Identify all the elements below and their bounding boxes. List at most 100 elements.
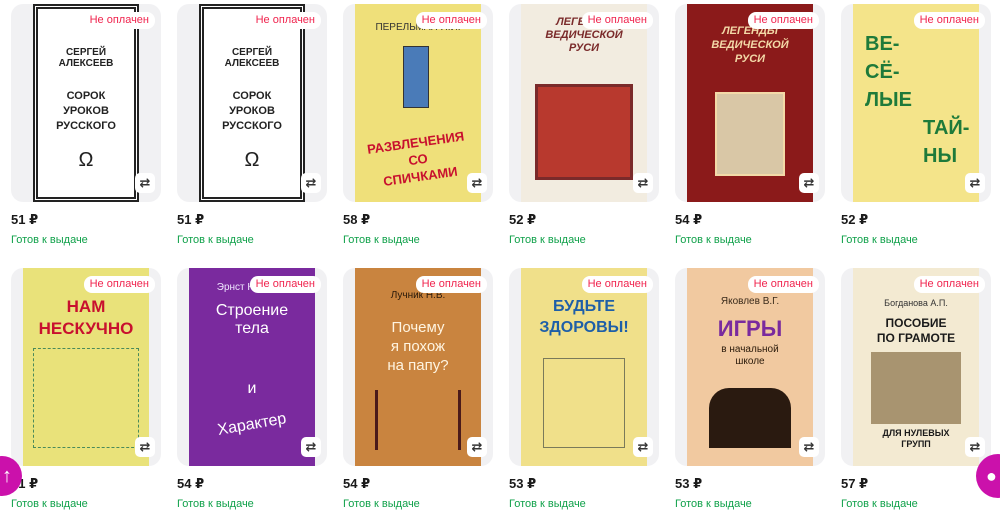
product-status: Готов к выдаче <box>177 498 254 510</box>
cover-title-continued: ТАЙ- НЫ <box>923 117 970 167</box>
product-image[interactable]: ВЕ- СЁ- ЛЫЕ ТАЙ- НЫ Не оплачен ⇄ <box>841 4 991 202</box>
swap-arrows-icon[interactable]: ⇄ <box>799 173 819 193</box>
book-cover: СЕРГЕЙ АЛЕКСЕЕВ СОРОК УРОКОВ РУССКОГО Ω <box>33 4 139 202</box>
book-cover: БУДЬТЕ ЗДОРОВЫ! <box>521 268 647 466</box>
product-status: Готов к выдаче <box>177 234 254 246</box>
payment-badge: Не оплачен <box>913 276 985 293</box>
cover-illustration <box>543 358 625 448</box>
horseshoe-icon: Ω <box>78 149 94 171</box>
book-cover: Яковлев В.Г. ИГРЫ в начальной школе <box>687 268 813 466</box>
product-image[interactable]: СЕРГЕЙ АЛЕКСЕЕВ СОРОК УРОКОВ РУССКОГО Ω Не … <box>177 4 327 202</box>
product-price: 53 ₽ <box>675 476 703 491</box>
payment-badge: Не оплачен <box>415 12 487 29</box>
cover-title: БУДЬТЕ ЗДОРОВЫ! <box>539 298 629 336</box>
cover-author: Яковлев В.Г. <box>720 296 780 307</box>
horseshoe-icon: Ω <box>244 149 260 171</box>
cover-illustration <box>33 348 139 448</box>
cover-subtitle: в начальной школе <box>721 344 779 367</box>
product-price: 54 ₽ <box>177 476 205 491</box>
product-image[interactable]: ПЕРЕЛЬМАН Я.И. РАЗВЛЕЧЕНИЯ СО СПИЧКАМИ Не … <box>343 4 493 202</box>
book-cover: Лучник Н.В. Почему я похож на папу? <box>355 268 481 466</box>
book-cover: ПЕРЕЛЬМАН Я.И. РАЗВЛЕЧЕНИЯ СО СПИЧКАМИ <box>355 4 481 202</box>
dna-illustration <box>375 390 461 450</box>
cover-title: ПОСОБИЕ ПО ГРАМОТЕ <box>876 316 956 345</box>
product-status: Готов к выдаче <box>343 234 420 246</box>
cover-title: СОРОК УРОКОВ РУССКОГО <box>222 90 282 132</box>
product-price: 51 ₽ <box>11 212 39 227</box>
cover-title: Строение тела <box>215 302 289 337</box>
payment-badge: Не оплачен <box>747 276 819 293</box>
product-price: 53 ₽ <box>509 476 537 491</box>
product-price: 58 ₽ <box>343 212 371 227</box>
arrow-up-icon: ↑ <box>2 465 12 487</box>
swap-arrows-icon[interactable]: ⇄ <box>467 437 487 457</box>
product-image[interactable]: ЛЕГЕНДЫВЕДИЧЕСКОЙРУСИ Не оплачен ⇄ <box>675 4 825 202</box>
payment-badge: Не оплачен <box>581 276 653 293</box>
book-cover: ЛЕГЕНДЫВЕДИЧЕСКОЙРУСИ <box>687 4 813 202</box>
product-image[interactable]: Эрнст Кречмер Строениетела и Характер Не… <box>177 268 327 466</box>
product-status: Готов к выдаче <box>675 498 752 510</box>
chat-bubble-icon: ● <box>986 466 997 486</box>
product-status: Готов к выдаче <box>675 234 752 246</box>
payment-badge: Не оплачен <box>83 12 155 29</box>
book-cover: ЛЕГЕНДЫВЕДИЧЕСКОЙРУСИ <box>521 4 647 202</box>
matchbox-illustration <box>403 46 429 108</box>
product-price: 54 ₽ <box>675 212 703 227</box>
swap-arrows-icon[interactable]: ⇄ <box>799 437 819 457</box>
cover-title: Почему я похож на папу? <box>387 319 449 374</box>
cover-author: СЕРГЕЙ АЛЕКСЕЕВ <box>224 47 280 69</box>
book-cover: Эрнст Кречмер Строениетела и Характер <box>189 268 315 466</box>
product-image[interactable]: СЕРГЕЙ АЛЕКСЕЕВ СОРОК УРОКОВ РУССКОГО Ω Не … <box>11 4 161 202</box>
cover-title: ЛЕГЕНДЫВЕДИЧЕСКОЙРУСИ <box>711 25 789 65</box>
swap-arrows-icon[interactable]: ⇄ <box>965 173 985 193</box>
payment-badge: Не оплачен <box>913 12 985 29</box>
product-image[interactable]: Богданова А.П. ПОСОБИЕ ПО ГРАМОТЕ ДЛЯ НУЛ… <box>841 268 991 466</box>
cover-illustration <box>535 84 633 180</box>
book-cover: Богданова А.П. ПОСОБИЕ ПО ГРАМОТЕ ДЛЯ НУЛ… <box>853 268 979 466</box>
swap-arrows-icon[interactable]: ⇄ <box>633 173 653 193</box>
product-status: Готов к выдаче <box>11 234 88 246</box>
product-status: Готов к выдаче <box>841 498 918 510</box>
swap-arrows-icon[interactable]: ⇄ <box>301 437 321 457</box>
product-image[interactable]: НАМ НЕСКУЧНО Не оплачен ⇄ <box>11 268 161 466</box>
book-cover: СЕРГЕЙ АЛЕКСЕЕВ СОРОК УРОКОВ РУССКОГО Ω <box>199 4 305 202</box>
cover-illustration <box>715 92 785 176</box>
swap-arrows-icon[interactable]: ⇄ <box>965 437 985 457</box>
product-price: 51 ₽ <box>177 212 205 227</box>
cover-photo <box>871 352 961 424</box>
swap-arrows-icon[interactable]: ⇄ <box>633 437 653 457</box>
cover-title: ВЕ- СЁ- ЛЫЕ <box>865 33 912 111</box>
cover-title: СОРОК УРОКОВ РУССКОГО <box>56 90 116 132</box>
product-image[interactable]: БУДЬТЕ ЗДОРОВЫ! Не оплачен ⇄ <box>509 268 659 466</box>
payment-badge: Не оплачен <box>415 276 487 293</box>
swap-arrows-icon[interactable]: ⇄ <box>467 173 487 193</box>
product-status: Готов к выдаче <box>509 234 586 246</box>
product-grid: СЕРГЕЙ АЛЕКСЕЕВ СОРОК УРОКОВ РУССКОГО Ω Не … <box>0 0 1000 511</box>
cover-title: ИГРЫ <box>717 316 783 341</box>
product-status: Готов к выдаче <box>841 234 918 246</box>
book-cover: ВЕ- СЁ- ЛЫЕ ТАЙ- НЫ <box>853 4 979 202</box>
payment-badge: Не оплачен <box>249 12 321 29</box>
cover-title-continued: Характер <box>216 410 288 439</box>
product-image[interactable]: Лучник Н.В. Почему я похож на папу? Не опл… <box>343 268 493 466</box>
product-price: 52 ₽ <box>509 212 537 227</box>
product-price: 57 ₽ <box>841 476 869 491</box>
cover-title: РАЗВЛЕЧЕНИЯ СО СПИЧКАМИ <box>366 128 466 189</box>
swap-arrows-icon[interactable]: ⇄ <box>135 437 155 457</box>
product-status: Готов к выдаче <box>509 498 586 510</box>
payment-badge: Не оплачен <box>249 276 321 293</box>
payment-badge: Не оплачен <box>581 12 653 29</box>
swap-arrows-icon[interactable]: ⇄ <box>301 173 321 193</box>
product-price: 54 ₽ <box>343 476 371 491</box>
product-status: Готов к выдаче <box>343 498 420 510</box>
product-price: 52 ₽ <box>841 212 869 227</box>
cover-subtitle: ДЛЯ НУЛЕВЫХ ГРУПП <box>882 428 950 449</box>
cover-illustration <box>709 388 791 448</box>
cover-title-conjunction: и <box>247 380 257 397</box>
cover-title: НАМ НЕСКУЧНО <box>38 297 134 338</box>
payment-badge: Не оплачен <box>83 276 155 293</box>
product-status: Готов к выдаче <box>11 498 88 510</box>
product-image[interactable]: ЛЕГЕНДЫВЕДИЧЕСКОЙРУСИ Не оплачен ⇄ <box>509 4 659 202</box>
swap-arrows-icon[interactable]: ⇄ <box>135 173 155 193</box>
product-image[interactable]: Яковлев В.Г. ИГРЫ в начальной школе Не оп… <box>675 268 825 466</box>
